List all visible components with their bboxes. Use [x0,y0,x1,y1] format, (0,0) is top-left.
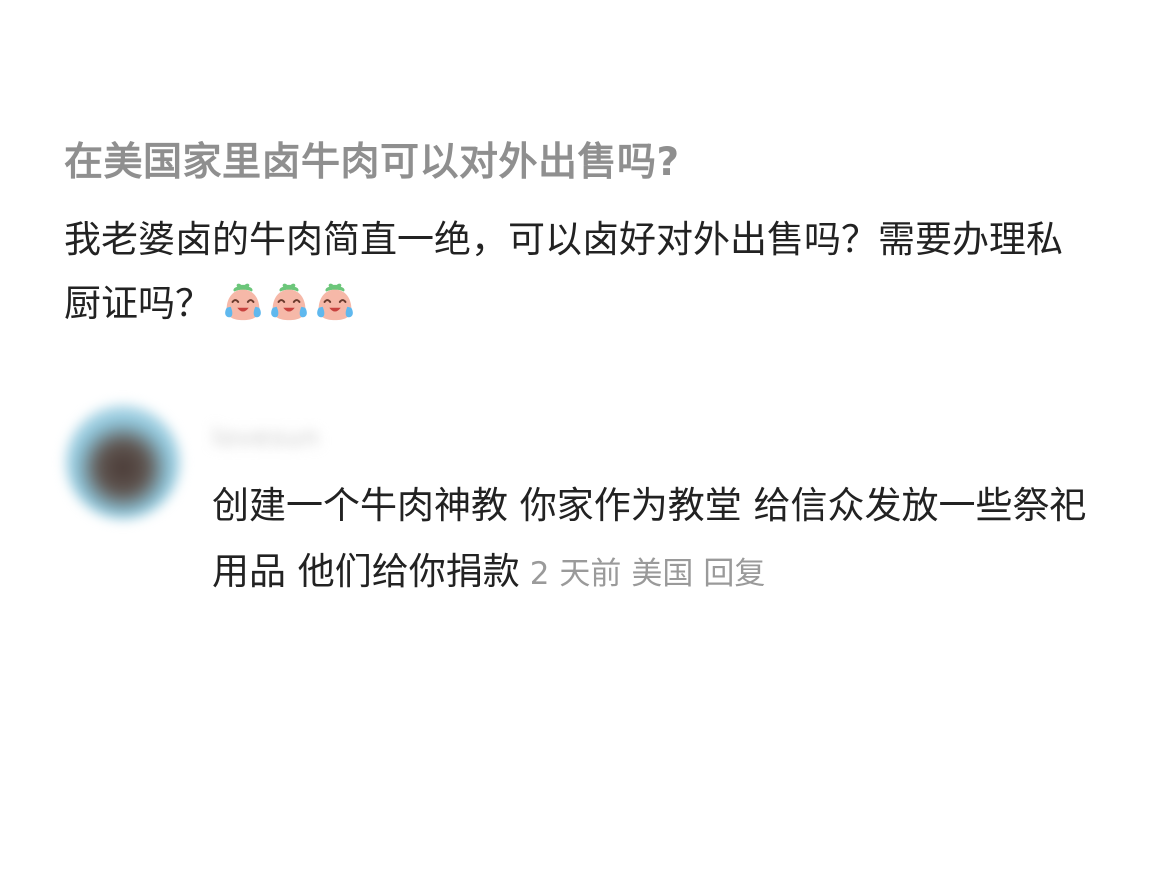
post-body: 我老婆卤的牛肉简直一绝，可以卤好对外出售吗？需要办理私厨证吗？ [64,208,1064,336]
comment-location: 美国 [631,556,694,592]
post: 在美国家里卤牛肉可以对外出售吗? 我老婆卤的牛肉简直一绝，可以卤好对外出售吗？需… [64,138,1124,336]
post-title: 在美国家里卤牛肉可以对外出售吗? [64,140,680,185]
crying-laughing-emoji-icon [225,283,261,320]
page: 在美国家里卤牛肉可以对外出售吗? 我老婆卤的牛肉简直一绝，可以卤好对外出售吗？需… [0,0,1170,870]
comment-body: 创建一个牛肉神教 你家作为教堂 给信众发放一些祭祀用品 他们给你捐款 2 天前 美国… [212,473,1102,607]
commenter-avatar[interactable] [66,405,180,519]
crying-laughing-emoji-icon [271,283,307,320]
post-body-text: 我老婆卤的牛肉简直一绝，可以卤好对外出售吗？需要办理私厨证吗？ [64,218,1063,325]
reply-button[interactable]: 回复 [703,556,765,592]
comment-meta: 2 天前 美国 回复 [530,556,776,592]
commenter-username[interactable]: lovesun [212,423,320,453]
crying-laughing-emoji-icon [317,283,353,320]
emoji-row [222,281,356,323]
comment-time: 2 天前 [529,556,622,592]
